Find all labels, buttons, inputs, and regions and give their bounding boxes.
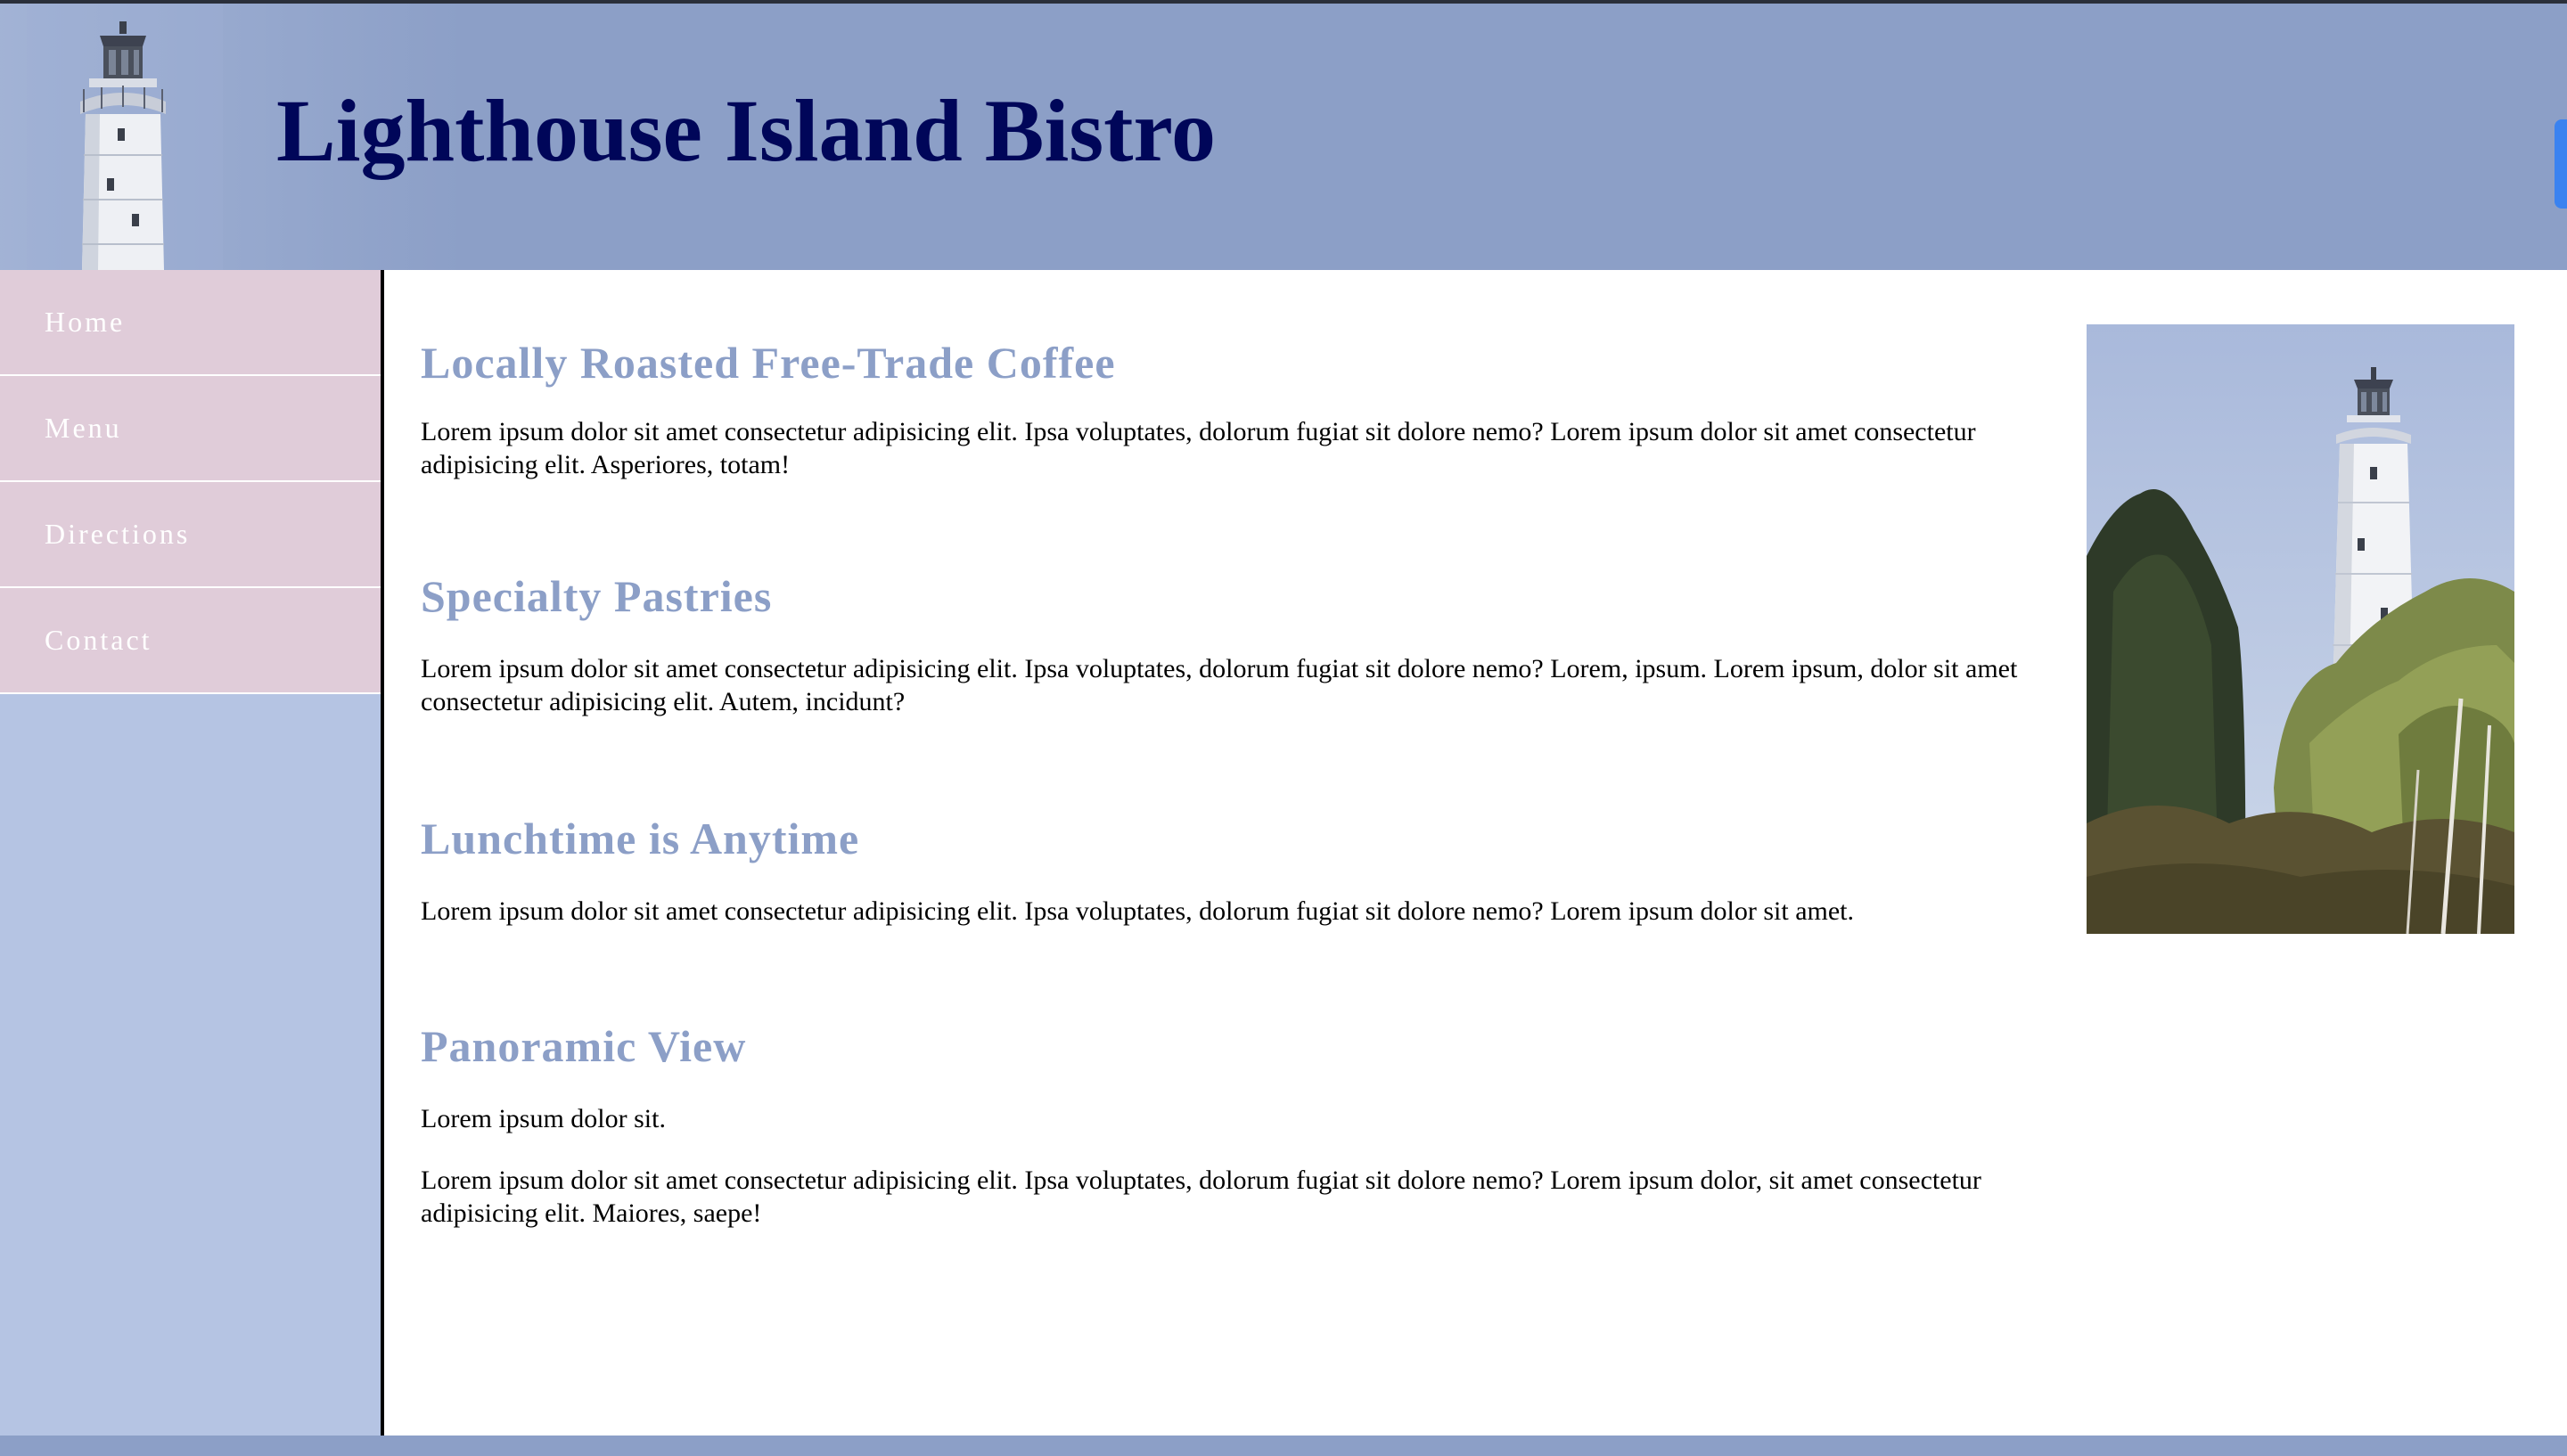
- section-pastries: Specialty Pastries Lorem ipsum dolor sit…: [421, 570, 2043, 718]
- section-lunchtime: Lunchtime is Anytime Lorem ipsum dolor s…: [421, 813, 2043, 928]
- nav-item-menu[interactable]: Menu: [0, 376, 381, 482]
- main-content: Locally Roasted Free-Trade Coffee Lorem …: [421, 321, 2043, 1230]
- section-paragraph: Lorem ipsum dolor sit amet consectetur a…: [421, 654, 2018, 716]
- site-title: Lighthouse Island Bistro: [276, 81, 1217, 180]
- lighthouse-photo: [2087, 324, 2514, 934]
- sidebar: Home Menu Directions Contact: [0, 270, 381, 1436]
- section-paragraph: Lorem ipsum dolor sit.: [421, 1104, 666, 1133]
- section-heading: Locally Roasted Free-Trade Coffee: [421, 338, 1116, 388]
- nav-item-label: Menu: [45, 412, 122, 444]
- section-paragraph: Lorem ipsum dolor sit amet consectetur a…: [421, 1166, 1981, 1228]
- scroll-edge-tab[interactable]: [2555, 119, 2567, 209]
- nav-item-label: Home: [45, 306, 126, 338]
- section-coffee: Locally Roasted Free-Trade Coffee Lorem …: [421, 337, 2043, 481]
- nav-item-home[interactable]: Home: [0, 270, 381, 376]
- nav-item-label: Contact: [45, 624, 152, 656]
- nav-list: Home Menu Directions Contact: [0, 270, 381, 694]
- site-header: Lighthouse Island Bistro: [0, 4, 2567, 270]
- sidebar-divider: [381, 270, 384, 1436]
- footer-bar: [0, 1436, 2567, 1456]
- section-panoramic: Panoramic View Lorem ipsum dolor sit. Lo…: [421, 1020, 2043, 1230]
- section-heading: Specialty Pastries: [421, 571, 773, 621]
- section-paragraph: Lorem ipsum dolor sit amet consectetur a…: [421, 417, 1976, 479]
- nav-item-contact[interactable]: Contact: [0, 588, 381, 694]
- section-paragraph: Lorem ipsum dolor sit amet consectetur a…: [421, 896, 1855, 926]
- lighthouse-logo-image: [27, 4, 223, 270]
- section-heading: Lunchtime is Anytime: [421, 814, 860, 863]
- section-heading: Panoramic View: [421, 1021, 747, 1071]
- nav-item-label: Directions: [45, 518, 191, 550]
- nav-item-directions[interactable]: Directions: [0, 482, 381, 588]
